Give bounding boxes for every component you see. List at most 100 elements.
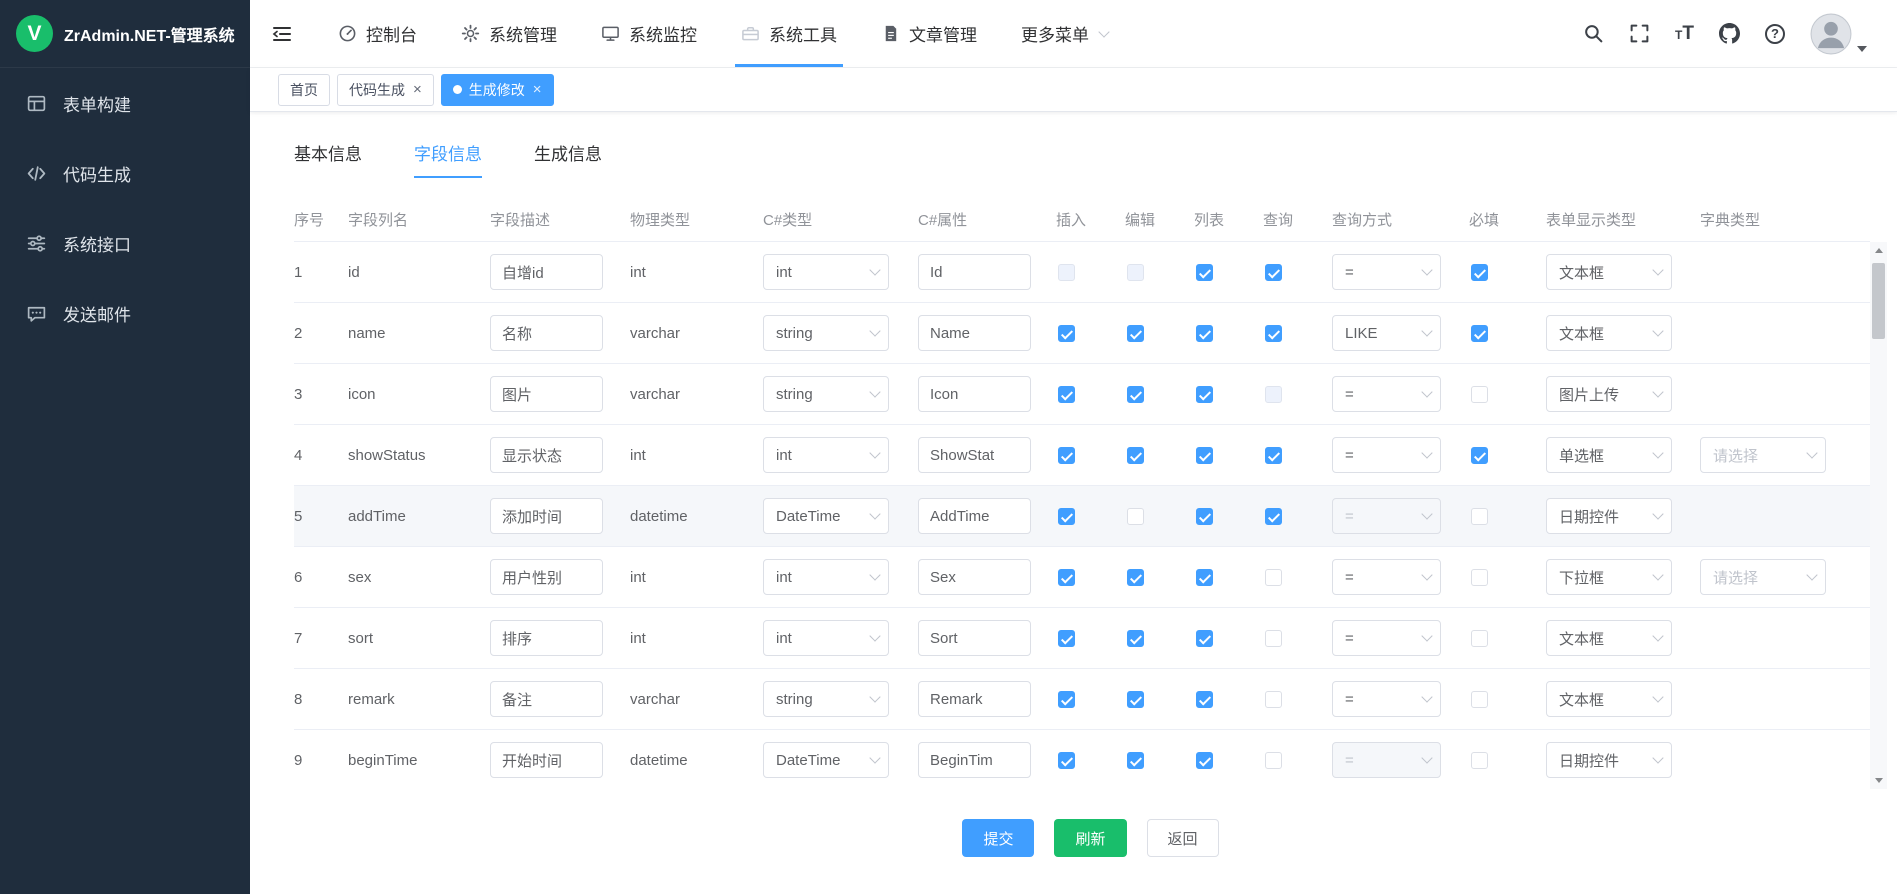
avatar[interactable] — [1810, 13, 1852, 55]
insert-checkbox[interactable] — [1058, 508, 1075, 525]
github-icon[interactable] — [1719, 23, 1740, 44]
help-icon[interactable]: ? — [1765, 24, 1785, 44]
display-type-select[interactable]: 图片上传 — [1546, 376, 1672, 412]
list-checkbox[interactable] — [1196, 691, 1213, 708]
insert-checkbox[interactable] — [1058, 264, 1075, 281]
csharp-prop-input[interactable] — [918, 620, 1031, 656]
edit-checkbox[interactable] — [1127, 630, 1144, 647]
query-checkbox[interactable] — [1265, 569, 1282, 586]
csharp-prop-input[interactable] — [918, 254, 1031, 290]
required-checkbox[interactable] — [1471, 508, 1488, 525]
sidebar-item-code-gen[interactable]: 代码生成 — [0, 138, 250, 208]
query-checkbox[interactable] — [1265, 325, 1282, 342]
list-checkbox[interactable] — [1196, 447, 1213, 464]
column-desc-input[interactable] — [490, 437, 603, 473]
column-desc-input[interactable] — [490, 742, 603, 778]
scroll-up-button[interactable] — [1870, 242, 1887, 259]
query-method-select[interactable]: = — [1332, 681, 1441, 717]
column-desc-input[interactable] — [490, 315, 603, 351]
query-checkbox[interactable] — [1265, 447, 1282, 464]
query-checkbox[interactable] — [1265, 691, 1282, 708]
csharp-prop-input[interactable] — [918, 498, 1031, 534]
edit-checkbox[interactable] — [1127, 508, 1144, 525]
close-icon[interactable]: × — [533, 82, 542, 97]
required-checkbox[interactable] — [1471, 752, 1488, 769]
edit-checkbox[interactable] — [1127, 386, 1144, 403]
csharp-prop-input[interactable] — [918, 742, 1031, 778]
list-checkbox[interactable] — [1196, 752, 1213, 769]
tab-basic-info[interactable]: 基本信息 — [294, 140, 362, 178]
csharp-type-select[interactable]: int — [763, 437, 889, 473]
tag-gen-edit[interactable]: 生成修改× — [441, 74, 554, 106]
required-checkbox[interactable] — [1471, 691, 1488, 708]
required-checkbox[interactable] — [1471, 386, 1488, 403]
nav-item-article-manage[interactable]: 文章管理 — [859, 0, 999, 67]
edit-checkbox[interactable] — [1127, 264, 1144, 281]
list-checkbox[interactable] — [1196, 325, 1213, 342]
edit-checkbox[interactable] — [1127, 752, 1144, 769]
display-type-select[interactable]: 文本框 — [1546, 681, 1672, 717]
query-method-select[interactable]: = — [1332, 254, 1441, 290]
nav-item-system-tools[interactable]: 系统工具 — [719, 0, 859, 67]
column-desc-input[interactable] — [490, 498, 603, 534]
insert-checkbox[interactable] — [1058, 569, 1075, 586]
list-checkbox[interactable] — [1196, 569, 1213, 586]
insert-checkbox[interactable] — [1058, 752, 1075, 769]
query-method-select[interactable]: = — [1332, 742, 1441, 778]
csharp-type-select[interactable]: DateTime — [763, 498, 889, 534]
query-method-select[interactable]: = — [1332, 559, 1441, 595]
close-icon[interactable]: × — [413, 82, 422, 97]
csharp-prop-input[interactable] — [918, 376, 1031, 412]
edit-checkbox[interactable] — [1127, 569, 1144, 586]
csharp-type-select[interactable]: int — [763, 620, 889, 656]
tag-home[interactable]: 首页 — [278, 74, 330, 106]
tag-code-gen[interactable]: 代码生成× — [337, 74, 434, 106]
tab-gen-info[interactable]: 生成信息 — [534, 140, 602, 178]
csharp-prop-input[interactable] — [918, 315, 1031, 351]
scrollbar-track[interactable] — [1870, 259, 1887, 772]
sidebar-collapse-icon[interactable] — [270, 22, 294, 46]
column-desc-input[interactable] — [490, 376, 603, 412]
nav-item-more-menu[interactable]: 更多菜单 — [999, 0, 1130, 67]
list-checkbox[interactable] — [1196, 386, 1213, 403]
display-type-select[interactable]: 日期控件 — [1546, 742, 1672, 778]
caret-down-icon[interactable] — [1857, 46, 1867, 52]
nav-item-system-manage[interactable]: 系统管理 — [439, 0, 579, 67]
tab-field-info[interactable]: 字段信息 — [414, 140, 482, 178]
insert-checkbox[interactable] — [1058, 691, 1075, 708]
column-desc-input[interactable] — [490, 681, 603, 717]
edit-checkbox[interactable] — [1127, 447, 1144, 464]
list-checkbox[interactable] — [1196, 508, 1213, 525]
column-desc-input[interactable] — [490, 620, 603, 656]
required-checkbox[interactable] — [1471, 325, 1488, 342]
query-checkbox[interactable] — [1265, 508, 1282, 525]
dict-type-select[interactable]: 请选择 — [1700, 437, 1826, 473]
query-method-select[interactable]: LIKE — [1332, 315, 1441, 351]
required-checkbox[interactable] — [1471, 447, 1488, 464]
csharp-type-select[interactable]: DateTime — [763, 742, 889, 778]
font-size-icon[interactable]: TT — [1675, 24, 1694, 43]
insert-checkbox[interactable] — [1058, 630, 1075, 647]
csharp-type-select[interactable]: int — [763, 254, 889, 290]
scrollbar-thumb[interactable] — [1872, 263, 1885, 339]
required-checkbox[interactable] — [1471, 264, 1488, 281]
column-desc-input[interactable] — [490, 559, 603, 595]
display-type-select[interactable]: 日期控件 — [1546, 498, 1672, 534]
query-method-select[interactable]: = — [1332, 437, 1441, 473]
sidebar-item-system-api[interactable]: 系统接口 — [0, 208, 250, 278]
display-type-select[interactable]: 下拉框 — [1546, 559, 1672, 595]
dict-type-select[interactable]: 请选择 — [1700, 559, 1826, 595]
sidebar-item-form-build[interactable]: 表单构建 — [0, 68, 250, 138]
required-checkbox[interactable] — [1471, 630, 1488, 647]
query-method-select[interactable]: = — [1332, 620, 1441, 656]
query-checkbox[interactable] — [1265, 386, 1282, 403]
fullscreen-icon[interactable] — [1629, 23, 1650, 44]
scroll-down-button[interactable] — [1870, 772, 1887, 789]
table-scrollbar[interactable] — [1870, 242, 1887, 789]
edit-checkbox[interactable] — [1127, 325, 1144, 342]
list-checkbox[interactable] — [1196, 264, 1213, 281]
query-checkbox[interactable] — [1265, 630, 1282, 647]
query-checkbox[interactable] — [1265, 752, 1282, 769]
csharp-prop-input[interactable] — [918, 437, 1031, 473]
back-button[interactable]: 返回 — [1147, 819, 1219, 857]
